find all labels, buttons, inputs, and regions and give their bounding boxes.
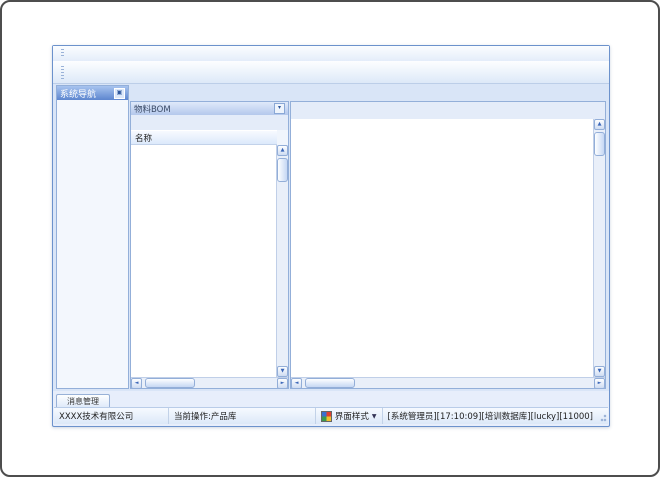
- bom-panel-title: 物料BOM: [134, 103, 171, 115]
- scroll-down-icon[interactable]: ▼: [277, 366, 288, 377]
- company-name: XXXX技术有限公司: [54, 408, 169, 424]
- message-manager-tab[interactable]: 消息管理: [56, 394, 110, 407]
- app-window: 系统导航 ▣ 物料BOM ▾ 名称 ▲ ▼: [52, 45, 610, 427]
- navigator-sidebar: 系统导航 ▣: [56, 85, 129, 389]
- toolbar: [53, 61, 609, 84]
- bom-panel-header: 物料BOM ▾: [131, 102, 288, 115]
- members-tab-bar: [291, 102, 605, 119]
- bom-tree: [131, 145, 277, 377]
- workspace: 系统导航 ▣ 物料BOM ▾ 名称 ▲ ▼: [53, 84, 609, 391]
- ui-style-label: 界面样式: [335, 410, 369, 422]
- navigator-menu-icon[interactable]: ▣: [114, 88, 125, 99]
- document-tab-bar: [130, 84, 606, 99]
- bom-panel-pin-icon[interactable]: ▾: [274, 103, 285, 114]
- scroll-left-icon[interactable]: ◄: [291, 378, 302, 389]
- chevron-down-icon: ▼: [372, 413, 377, 420]
- scroll-right-icon[interactable]: ►: [594, 378, 605, 389]
- ui-style-selector[interactable]: 界面样式 ▼: [316, 408, 383, 424]
- members-table: [291, 119, 594, 377]
- menu-bar: [53, 46, 609, 62]
- bom-tree-vertical-scrollbar[interactable]: ▲ ▼: [276, 145, 288, 377]
- members-grid-area: ▲ ▼: [291, 119, 605, 377]
- scroll-up-icon[interactable]: ▲: [277, 145, 288, 156]
- table-horizontal-scrollbar[interactable]: ◄ ►: [291, 377, 605, 388]
- style-grid-icon: [321, 411, 332, 422]
- bom-tree-column-header[interactable]: 名称: [131, 130, 277, 145]
- scroll-up-icon[interactable]: ▲: [594, 119, 605, 130]
- scroll-thumb[interactable]: [277, 158, 288, 182]
- bom-panel: 物料BOM ▾ 名称 ▲ ▼ ◄ ►: [130, 101, 289, 389]
- scroll-thumb[interactable]: [305, 378, 355, 388]
- scroll-right-icon[interactable]: ►: [277, 378, 288, 389]
- status-bar: XXXX技术有限公司 当前操作:产品库 界面样式 ▼ [系统管理员][17:10…: [54, 407, 608, 424]
- bom-tree-horizontal-scrollbar[interactable]: ◄ ►: [131, 377, 288, 388]
- navigator-header: 系统导航 ▣: [57, 86, 128, 100]
- members-panel: ▲ ▼ ◄ ►: [290, 101, 606, 389]
- navigator-title: 系统导航: [60, 87, 96, 100]
- scroll-down-icon[interactable]: ▼: [594, 366, 605, 377]
- navigator-body: [57, 100, 128, 388]
- bom-version-tabs: [131, 115, 288, 130]
- session-info: [系统管理员][17:10:09][培训数据库][lucky][11000]: [383, 408, 598, 424]
- bom-tree-area: ▲ ▼: [131, 145, 288, 377]
- scroll-thumb[interactable]: [594, 132, 605, 156]
- resize-grip[interactable]: [598, 408, 608, 424]
- table-vertical-scrollbar[interactable]: ▲ ▼: [593, 119, 605, 377]
- scroll-thumb[interactable]: [145, 378, 195, 388]
- scroll-left-icon[interactable]: ◄: [131, 378, 142, 389]
- current-operation: 当前操作:产品库: [169, 408, 316, 424]
